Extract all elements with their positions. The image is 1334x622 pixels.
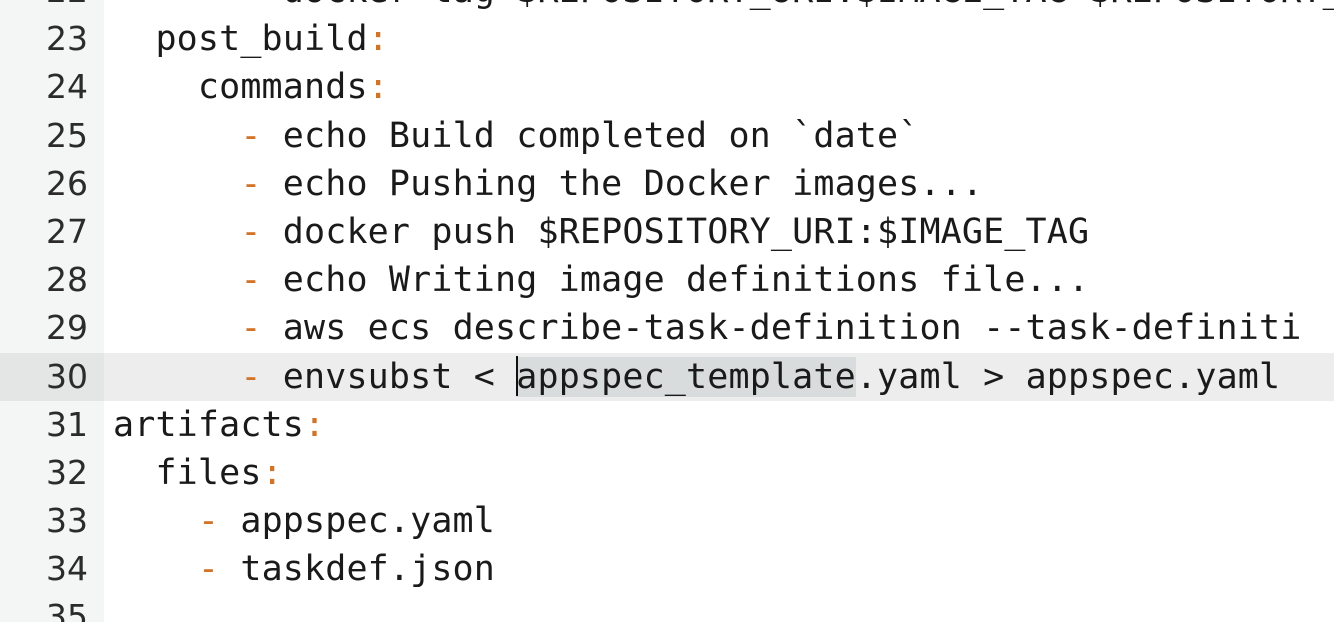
line-number: 27 [46, 211, 88, 251]
line-number: 22 [0, 0, 88, 15]
code-token: files [155, 452, 262, 493]
code-token: appspec.yaml [240, 501, 496, 542]
code-text[interactable]: - echo Build completed on `date` [113, 112, 919, 160]
list-dash: - [240, 211, 283, 252]
code-text[interactable]: - aws ecs describe-task-definition --tas… [113, 304, 1301, 352]
code-line[interactable]: 23 post_build: [0, 15, 1334, 63]
code-token: post_build [155, 19, 368, 60]
code-line[interactable]: 34 - taskdef.json [0, 545, 1334, 593]
text-cursor [516, 355, 519, 396]
code-text[interactable]: - appspec.yaml [113, 497, 495, 545]
code-text[interactable]: - docker push $REPOSITORY_URI:$IMAGE_TAG [113, 208, 1089, 256]
code-line[interactable]: 35 [0, 593, 1334, 622]
list-dash: - [240, 260, 283, 301]
code-text[interactable]: - taskdef.json [113, 545, 495, 593]
code-text[interactable]: commands: [113, 63, 389, 111]
line-number: 28 [46, 260, 88, 300]
code-text[interactable]: artifacts: [113, 401, 325, 449]
yaml-colon: : [367, 19, 389, 60]
line-number: 33 [46, 501, 88, 541]
line-number: 34 [46, 549, 88, 589]
code-token: docker push $REPOSITORY_URI:$IMAGE_TAG [282, 211, 1090, 252]
code-text[interactable]: - echo Writing image definitions file... [113, 256, 1089, 304]
code-line[interactable]: 32 files: [0, 449, 1334, 497]
code-line[interactable]: 27 - docker push $REPOSITORY_URI:$IMAGE_… [0, 208, 1334, 256]
code-editor[interactable]: 22 - docker tag $REPOSITORY_URI:$IMAGE_T… [0, 0, 1334, 622]
code-token: .yaml > appspec.yaml [855, 356, 1281, 397]
code-line[interactable]: 22 - docker tag $REPOSITORY_URI:$IMAGE_T… [0, 0, 1334, 15]
code-token: artifacts [113, 404, 304, 445]
yaml-colon: : [367, 67, 389, 108]
code-token: commands [197, 67, 368, 108]
line-number: 29 [46, 308, 88, 348]
line-number: 23 [46, 19, 88, 59]
code-line[interactable]: 31 artifacts: [0, 401, 1334, 449]
code-lines: 22 - docker tag $REPOSITORY_URI:$IMAGE_T… [0, 0, 1334, 622]
code-token: docker tag $REPOSITORY_URI:$IMAGE_TAG $R… [283, 0, 1334, 11]
list-dash: - [240, 0, 282, 11]
list-dash: - [240, 356, 283, 397]
yaml-colon: : [304, 404, 326, 445]
line-number: 25 [46, 115, 88, 155]
code-line[interactable]: 28 - echo Writing image definitions file… [0, 256, 1334, 304]
line-number: 35 [46, 597, 88, 622]
code-text[interactable]: post_build: [113, 15, 389, 63]
code-token: aws ecs describe-task-definition --task-… [282, 308, 1302, 349]
list-dash: - [240, 163, 283, 204]
code-text[interactable]: - envsubst < appspec_template.yaml > app… [113, 353, 1280, 401]
line-number: 26 [46, 163, 88, 203]
word-highlight: appspec_template [516, 356, 856, 397]
code-line[interactable]: 25 - echo Build completed on `date` [0, 112, 1334, 160]
code-text[interactable]: files: [113, 449, 283, 497]
yaml-colon: : [261, 452, 283, 493]
line-number: 31 [46, 404, 88, 444]
code-line[interactable]: 26 - echo Pushing the Docker images... [0, 160, 1334, 208]
line-number: 24 [46, 67, 88, 107]
line-number: 30 [46, 356, 88, 396]
code-text[interactable]: - echo Pushing the Docker images... [113, 160, 983, 208]
code-line-active[interactable]: 30 - envsubst < appspec_template.yaml > … [0, 352, 1334, 401]
code-token: envsubst < [282, 356, 517, 397]
code-line[interactable]: 24 commands: [0, 63, 1334, 111]
list-dash: - [240, 115, 283, 156]
code-token: echo Pushing the Docker images... [282, 163, 984, 204]
code-text[interactable]: - docker tag $REPOSITORY_URI:$IMAGE_TAG … [113, 0, 1334, 15]
list-dash: - [197, 501, 241, 542]
code-token: echo Writing image definitions file... [282, 260, 1090, 301]
line-number: 32 [46, 452, 88, 492]
list-dash: - [240, 308, 283, 349]
code-token: echo Build completed on `date` [282, 115, 920, 156]
list-dash: - [197, 549, 241, 590]
code-line[interactable]: 29 - aws ecs describe-task-definition --… [0, 304, 1334, 352]
code-token: taskdef.json [240, 549, 496, 590]
code-line[interactable]: 33 - appspec.yaml [0, 497, 1334, 545]
